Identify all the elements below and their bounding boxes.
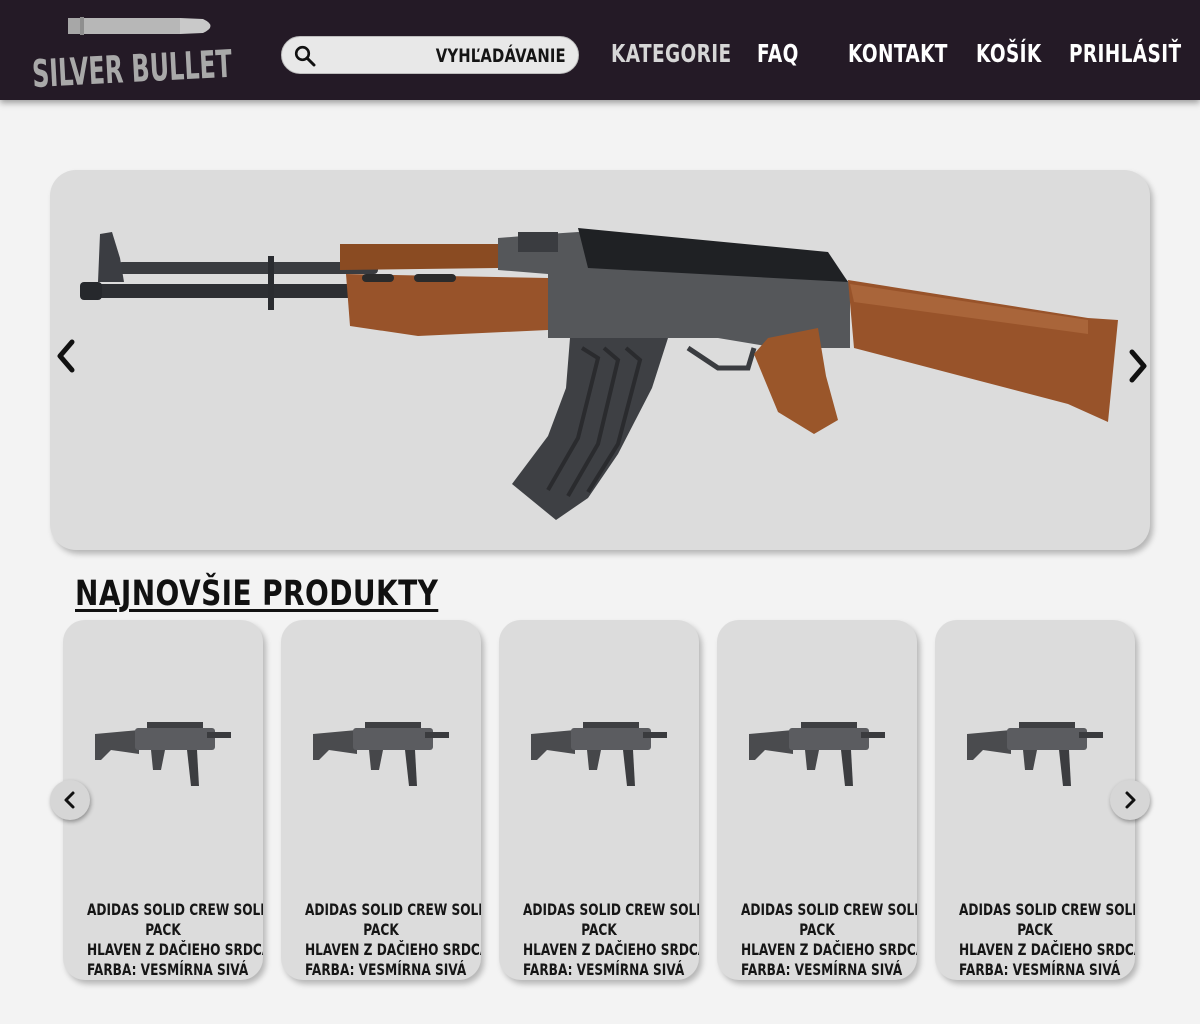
chevron-right-icon bbox=[1125, 791, 1136, 809]
product-card[interactable]: ADIDAS SOLID CREW SOLID 3- PACK HLAVEN Z… bbox=[499, 620, 699, 980]
product-color-line: FARBA: VESMÍRNA SIVÁ bbox=[523, 960, 685, 979]
product-description: ADIDAS SOLID CREW SOLID 3- PACK HLAVEN Z… bbox=[935, 900, 1135, 980]
smg-image bbox=[95, 722, 231, 786]
product-card[interactable]: ADIDAS SOLID CREW SOLID 3- PACK HLAVEN Z… bbox=[935, 620, 1135, 980]
product-description: ADIDAS SOLID CREW SOLID 3- PACK HLAVEN Z… bbox=[281, 900, 481, 980]
product-color-line: FARBA: VESMÍRNA SIVÁ bbox=[741, 960, 903, 979]
product-name-line2: PACK bbox=[799, 920, 835, 939]
silver-bullet-logo[interactable]: SILVER BULLET bbox=[28, 14, 238, 94]
nav-prihlasit[interactable]: PRIHLÁSIŤ bbox=[1069, 34, 1181, 74]
product-name-line1: ADIDAS SOLID CREW SOLID 3- bbox=[741, 900, 917, 919]
product-description: ADIDAS SOLID CREW SOLID 3- PACK HLAVEN Z… bbox=[499, 900, 699, 980]
product-color-line: FARBA: VESMÍRNA SIVÁ bbox=[959, 960, 1121, 979]
product-name-line2: PACK bbox=[1017, 920, 1053, 939]
site-header: SILVER BULLET VYHĽADÁVANIE KATEGORIE FAQ… bbox=[0, 0, 1200, 100]
product-description: ADIDAS SOLID CREW SOLID 3- PACK HLAVEN Z… bbox=[717, 900, 917, 980]
product-detail-line: HLAVEN Z DAČIEHO SRDCA bbox=[87, 940, 263, 959]
nav-faq[interactable]: FAQ bbox=[757, 34, 799, 74]
search-bar[interactable]: VYHĽADÁVANIE bbox=[281, 36, 579, 74]
rifle-image bbox=[80, 228, 1118, 520]
nav-kontakt[interactable]: KONTAKT bbox=[848, 34, 948, 74]
product-detail-line: HLAVEN Z DAČIEHO SRDCA bbox=[959, 940, 1135, 959]
product-name-line2: PACK bbox=[145, 920, 181, 939]
svg-text:SILVER BULLET: SILVER BULLET bbox=[31, 42, 233, 94]
product-name-line1: ADIDAS SOLID CREW SOLID 3- bbox=[523, 900, 699, 919]
search-label[interactable]: VYHĽADÁVANIE bbox=[436, 37, 566, 75]
nav-kategorie[interactable]: KATEGORIE bbox=[611, 34, 731, 74]
smg-image bbox=[531, 722, 667, 786]
smg-image bbox=[967, 722, 1103, 786]
product-card[interactable]: ADIDAS SOLID CREW SOLID 3- PACK HLAVEN Z… bbox=[63, 620, 263, 980]
product-detail-line: HLAVEN Z DAČIEHO SRDCA bbox=[305, 940, 481, 959]
hero-carousel bbox=[50, 170, 1150, 550]
product-name-line2: PACK bbox=[363, 920, 399, 939]
product-detail-line: HLAVEN Z DAČIEHO SRDCA bbox=[523, 940, 699, 959]
smg-image bbox=[313, 722, 449, 786]
products-next-button[interactable] bbox=[1110, 780, 1150, 820]
product-name-line2: PACK bbox=[581, 920, 617, 939]
chevron-left-icon bbox=[64, 791, 75, 809]
product-description: ADIDAS SOLID CREW SOLID 3- PACK HLAVEN Z… bbox=[63, 900, 263, 980]
chevron-right-icon[interactable] bbox=[1122, 346, 1150, 386]
product-name-line1: ADIDAS SOLID CREW SOLID 3- bbox=[87, 900, 263, 919]
nav-kosik[interactable]: KOŠÍK bbox=[976, 34, 1042, 74]
bullet-logo-icon bbox=[68, 17, 211, 35]
chevron-left-icon[interactable] bbox=[52, 336, 82, 376]
product-color-line: FARBA: VESMÍRNA SIVÁ bbox=[305, 960, 467, 979]
product-color-line: FARBA: VESMÍRNA SIVÁ bbox=[87, 960, 249, 979]
product-name-line1: ADIDAS SOLID CREW SOLID 3- bbox=[305, 900, 481, 919]
section-title-newest-products: NAJNOVŠIE PRODUKTY bbox=[75, 574, 439, 614]
smg-image bbox=[749, 722, 885, 786]
logo-wordmark: SILVER BULLET bbox=[31, 42, 233, 94]
product-name-line1: ADIDAS SOLID CREW SOLID 3- bbox=[959, 900, 1135, 919]
product-detail-line: HLAVEN Z DAČIEHO SRDCA bbox=[741, 940, 917, 959]
product-card[interactable]: ADIDAS SOLID CREW SOLID 3- PACK HLAVEN Z… bbox=[717, 620, 917, 980]
product-card[interactable]: ADIDAS SOLID CREW SOLID 3- PACK HLAVEN Z… bbox=[281, 620, 481, 980]
search-icon bbox=[294, 45, 316, 67]
products-prev-button[interactable] bbox=[50, 780, 90, 820]
